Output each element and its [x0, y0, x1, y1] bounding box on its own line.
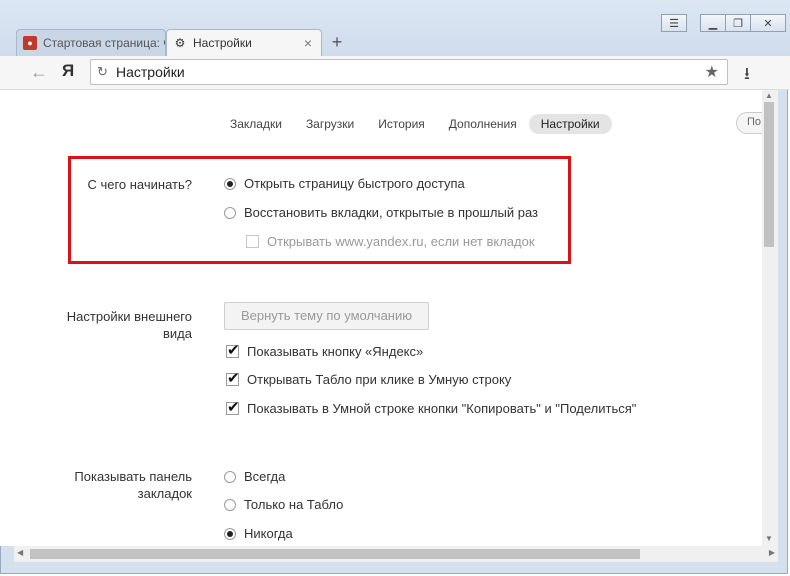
appearance-label: Настройки внешнего вида: [40, 308, 192, 342]
checkbox[interactable]: [226, 398, 240, 416]
window-controls: ☰ ▁ ❐ ✕: [661, 14, 786, 32]
tab-label: Настройки: [193, 36, 252, 50]
check-copy-share[interactable]: Показывать в Умной строке кнопки "Копиро…: [226, 398, 637, 416]
scroll-up-icon[interactable]: ▲: [765, 91, 773, 100]
label-line: Настройки внешнего: [66, 309, 192, 324]
yandex-logo-button[interactable]: Я: [62, 61, 74, 81]
scrollbar-thumb[interactable]: [764, 102, 774, 247]
radio-button[interactable]: [224, 527, 236, 540]
label-line: вида: [163, 326, 192, 341]
address-text[interactable]: Настройки: [116, 64, 185, 80]
settings-nav: Закладки Загрузки История Дополнения Нас…: [218, 114, 612, 134]
back-arrow-icon[interactable]: ←: [30, 62, 48, 83]
address-bar[interactable]: ↻ Настройки ★: [90, 59, 728, 85]
close-tab-icon[interactable]: ×: [301, 35, 315, 51]
check-open-tablo[interactable]: Открывать Табло при клике в Умную строку: [226, 369, 512, 387]
browser-toolbar: ← Я ↻ Настройки ★ ⭳: [0, 56, 790, 90]
nav-bookmarks[interactable]: Закладки: [218, 114, 294, 134]
restore-icon[interactable]: ❐: [725, 14, 751, 32]
option-label: Показывать в Умной строке кнопки "Копиро…: [247, 401, 637, 416]
checkbox[interactable]: [226, 369, 240, 387]
nav-history[interactable]: История: [366, 114, 437, 134]
close-window-icon[interactable]: ✕: [750, 14, 786, 32]
tab-start-page[interactable]: ● Стартовая страница: чт: [16, 29, 166, 56]
new-tab-button[interactable]: +: [328, 32, 346, 52]
radio-button[interactable]: [224, 470, 236, 483]
scrollbar-thumb[interactable]: [30, 549, 640, 559]
nav-downloads[interactable]: Загрузки: [294, 114, 366, 134]
label-line: закладок: [137, 486, 192, 501]
scroll-left-icon[interactable]: ◀: [17, 548, 23, 557]
scroll-right-icon[interactable]: ▶: [769, 548, 775, 557]
check-yandex-button[interactable]: Показывать кнопку «Яндекс»: [226, 341, 424, 359]
scroll-down-icon[interactable]: ▼: [765, 534, 773, 543]
vertical-scrollbar[interactable]: ▲ ▼: [762, 90, 778, 546]
nav-extensions[interactable]: Дополнения: [437, 114, 529, 134]
horizontal-scrollbar[interactable]: ◀ ▶: [14, 546, 778, 562]
checkbox[interactable]: [226, 341, 240, 359]
truncated-button[interactable]: По: [736, 112, 762, 134]
option-label: Открывать Табло при клике в Умную строку: [247, 372, 512, 387]
bookmarks-option-tablo-only[interactable]: Только на Табло: [224, 497, 343, 512]
bookmarks-bar-label: Показывать панель закладок: [40, 468, 192, 502]
menu-icon[interactable]: ☰: [661, 14, 687, 32]
gear-icon: ⚙: [174, 36, 186, 50]
label-line: Показывать панель: [74, 469, 192, 484]
highlight-box: [68, 156, 571, 264]
settings-page: Закладки Загрузки История Дополнения Нас…: [0, 90, 762, 546]
option-label: Показывать кнопку «Яндекс»: [247, 344, 424, 359]
yandex-favicon-icon: ●: [23, 36, 37, 50]
option-label: Всегда: [244, 469, 286, 484]
bookmarks-option-never[interactable]: Никогда: [224, 526, 293, 541]
tab-settings[interactable]: ⚙ Настройки ×: [166, 29, 322, 56]
bookmark-star-icon[interactable]: ★: [705, 62, 719, 82]
reload-icon[interactable]: ↻: [97, 64, 108, 80]
option-label: Только на Табло: [244, 497, 344, 512]
reset-theme-button[interactable]: Вернуть тему по умолчанию: [224, 302, 429, 330]
title-bar: ● Стартовая страница: чт ⚙ Настройки × +…: [0, 0, 790, 56]
option-label: Никогда: [244, 526, 293, 541]
minimize-icon[interactable]: ▁: [700, 14, 726, 32]
nav-settings[interactable]: Настройки: [528, 114, 612, 134]
tab-label: Стартовая страница: чт: [43, 36, 165, 50]
radio-button[interactable]: [224, 498, 236, 511]
download-icon[interactable]: ⭳: [744, 61, 750, 90]
bookmarks-option-always[interactable]: Всегда: [224, 469, 285, 484]
